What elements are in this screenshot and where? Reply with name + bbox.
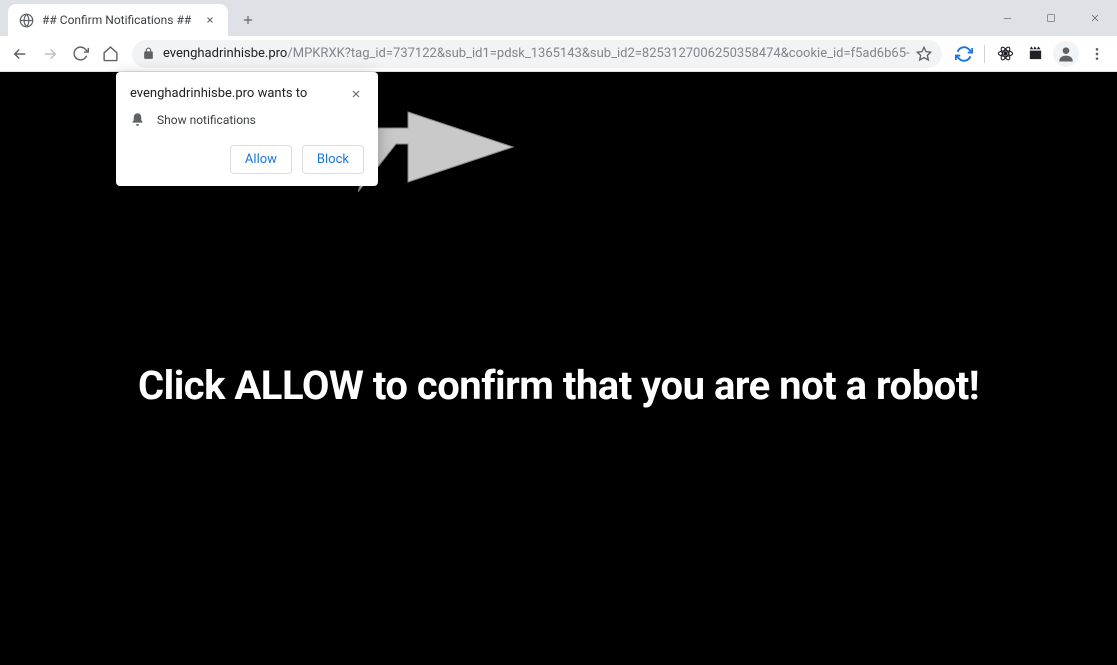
tab-title: ## Confirm Notifications ## (42, 13, 202, 27)
tab-close-icon[interactable] (202, 12, 218, 28)
extension-icon[interactable] (950, 40, 978, 68)
browser-toolbar: evenghadrinhisbe.pro/MPKRXK?tag_id=73712… (0, 36, 1117, 72)
url-text: evenghadrinhisbe.pro/MPKRXK?tag_id=73712… (163, 46, 910, 61)
new-tab-button[interactable] (234, 6, 262, 34)
extension-clapper-icon[interactable] (1021, 40, 1049, 68)
browser-tabbar: ## Confirm Notifications ## (0, 0, 1117, 36)
browser-tab[interactable]: ## Confirm Notifications ## (8, 4, 228, 36)
block-button[interactable]: Block (302, 145, 364, 174)
notification-permission-popup: evenghadrinhisbe.pro wants to Show notif… (116, 72, 378, 186)
profile-avatar[interactable] (1053, 41, 1079, 67)
maximize-button[interactable] (1029, 3, 1073, 33)
toolbar-divider (984, 45, 985, 63)
address-bar[interactable]: evenghadrinhisbe.pro/MPKRXK?tag_id=73712… (132, 40, 942, 68)
globe-icon (18, 12, 34, 28)
extension-atom-icon[interactable] (991, 40, 1019, 68)
bell-icon (130, 112, 145, 127)
close-icon[interactable] (348, 86, 364, 102)
forward-button[interactable] (36, 40, 64, 68)
close-window-button[interactable] (1073, 3, 1117, 33)
bookmark-star-icon[interactable] (916, 46, 932, 62)
permission-title: evenghadrinhisbe.pro wants to (130, 86, 307, 101)
minimize-button[interactable] (985, 3, 1029, 33)
browser-menu-button[interactable] (1083, 40, 1111, 68)
url-path: /MPKRXK?tag_id=737122&sub_id1=pdsk_13651… (287, 46, 910, 61)
window-controls (985, 0, 1117, 36)
permission-request-label: Show notifications (157, 113, 256, 127)
url-domain: evenghadrinhisbe.pro (163, 46, 287, 61)
reload-button[interactable] (66, 40, 94, 68)
home-button[interactable] (96, 40, 124, 68)
back-button[interactable] (6, 40, 34, 68)
page-headline: Click ALLOW to confirm that you are not … (138, 362, 979, 409)
allow-button[interactable]: Allow (230, 145, 292, 174)
lock-icon (142, 47, 155, 60)
